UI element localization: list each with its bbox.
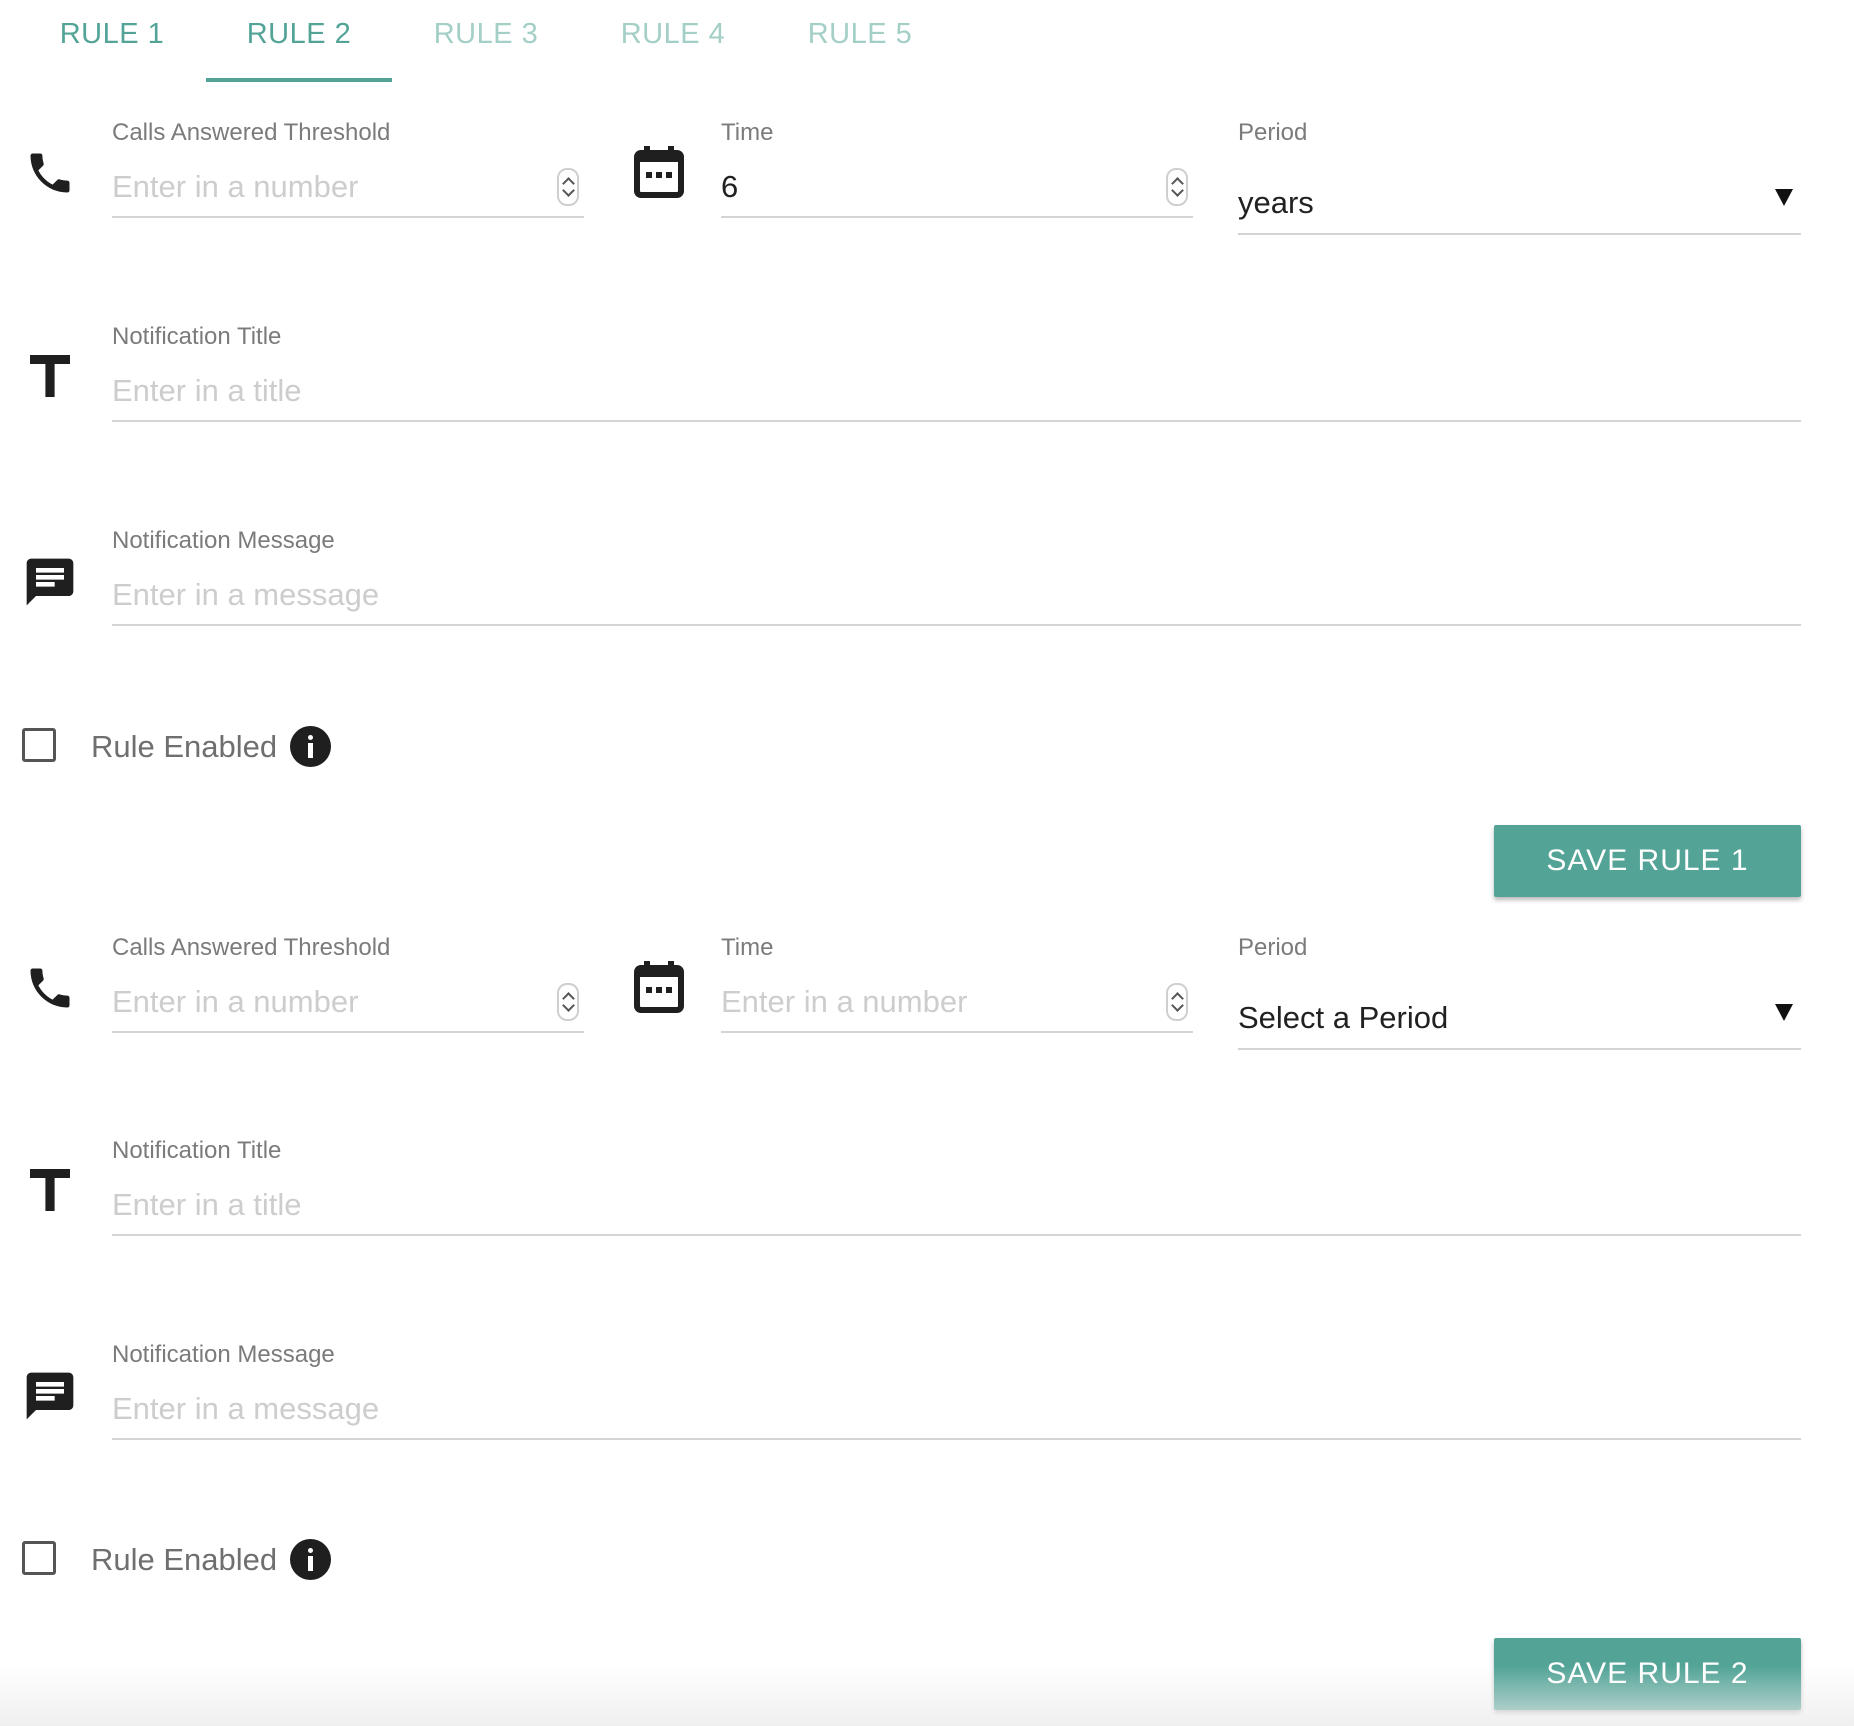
rule-enabled-checkbox[interactable] <box>22 1541 56 1575</box>
threshold-label: Calls Answered Threshold <box>112 119 391 146</box>
phone-icon <box>30 153 70 193</box>
threshold-stepper[interactable] <box>557 168 579 206</box>
period-label: Period <box>1238 934 1308 961</box>
caret-down-icon <box>1775 189 1793 206</box>
rule-enabled-label: Rule Enabled <box>91 1542 278 1577</box>
message-icon <box>26 558 74 606</box>
notification-title-input[interactable] <box>112 362 1801 422</box>
tab-rule-5[interactable]: RULE 5 <box>767 0 953 84</box>
save-rule-2-button[interactable]: SAVE RULE 2 <box>1494 1638 1801 1710</box>
notification-message-input[interactable] <box>112 1380 1801 1440</box>
time-label: Time <box>721 119 774 146</box>
tab-rule-3[interactable]: RULE 3 <box>393 0 579 84</box>
message-icon <box>26 1372 74 1420</box>
notification-title-label: Notification Title <box>112 1137 282 1164</box>
notification-message-label: Notification Message <box>112 1341 335 1368</box>
info-icon[interactable] <box>290 1539 331 1580</box>
time-input[interactable] <box>721 973 1193 1033</box>
threshold-input[interactable] <box>112 973 584 1033</box>
threshold-label: Calls Answered Threshold <box>112 934 391 961</box>
caret-down-icon <box>1775 1004 1793 1021</box>
tab-rule-1[interactable]: RULE 1 <box>19 0 205 84</box>
save-rule-1-button[interactable]: SAVE RULE 1 <box>1494 825 1801 897</box>
time-input[interactable] <box>721 158 1193 218</box>
period-select[interactable]: years <box>1238 175 1801 235</box>
threshold-input[interactable] <box>112 158 584 218</box>
time-stepper[interactable] <box>1166 168 1188 206</box>
rule-enabled-checkbox[interactable] <box>22 728 56 762</box>
tab-rule-4[interactable]: RULE 4 <box>580 0 766 84</box>
calendar-icon <box>634 961 684 1013</box>
period-select-value: Select a Period <box>1238 1000 1449 1035</box>
threshold-stepper[interactable] <box>557 983 579 1021</box>
period-select[interactable]: Select a Period <box>1238 990 1801 1050</box>
notification-message-input[interactable] <box>112 566 1801 626</box>
phone-icon <box>30 968 70 1008</box>
rule-tabs: RULE 1 RULE 2 RULE 3 RULE 4 RULE 5 <box>0 0 1854 84</box>
tab-rule-2[interactable]: RULE 2 <box>206 0 392 84</box>
period-label: Period <box>1238 119 1308 146</box>
time-label: Time <box>721 934 774 961</box>
notification-title-input[interactable] <box>112 1176 1801 1236</box>
info-icon[interactable] <box>290 726 331 767</box>
rule-enabled-label: Rule Enabled <box>91 729 278 764</box>
text-title-icon <box>30 1169 70 1211</box>
active-tab-indicator <box>206 78 392 82</box>
calendar-icon <box>634 146 684 198</box>
time-stepper[interactable] <box>1166 983 1188 1021</box>
text-title-icon <box>30 355 70 397</box>
notification-message-label: Notification Message <box>112 527 335 554</box>
period-select-value: years <box>1238 185 1314 220</box>
notification-title-label: Notification Title <box>112 323 282 350</box>
